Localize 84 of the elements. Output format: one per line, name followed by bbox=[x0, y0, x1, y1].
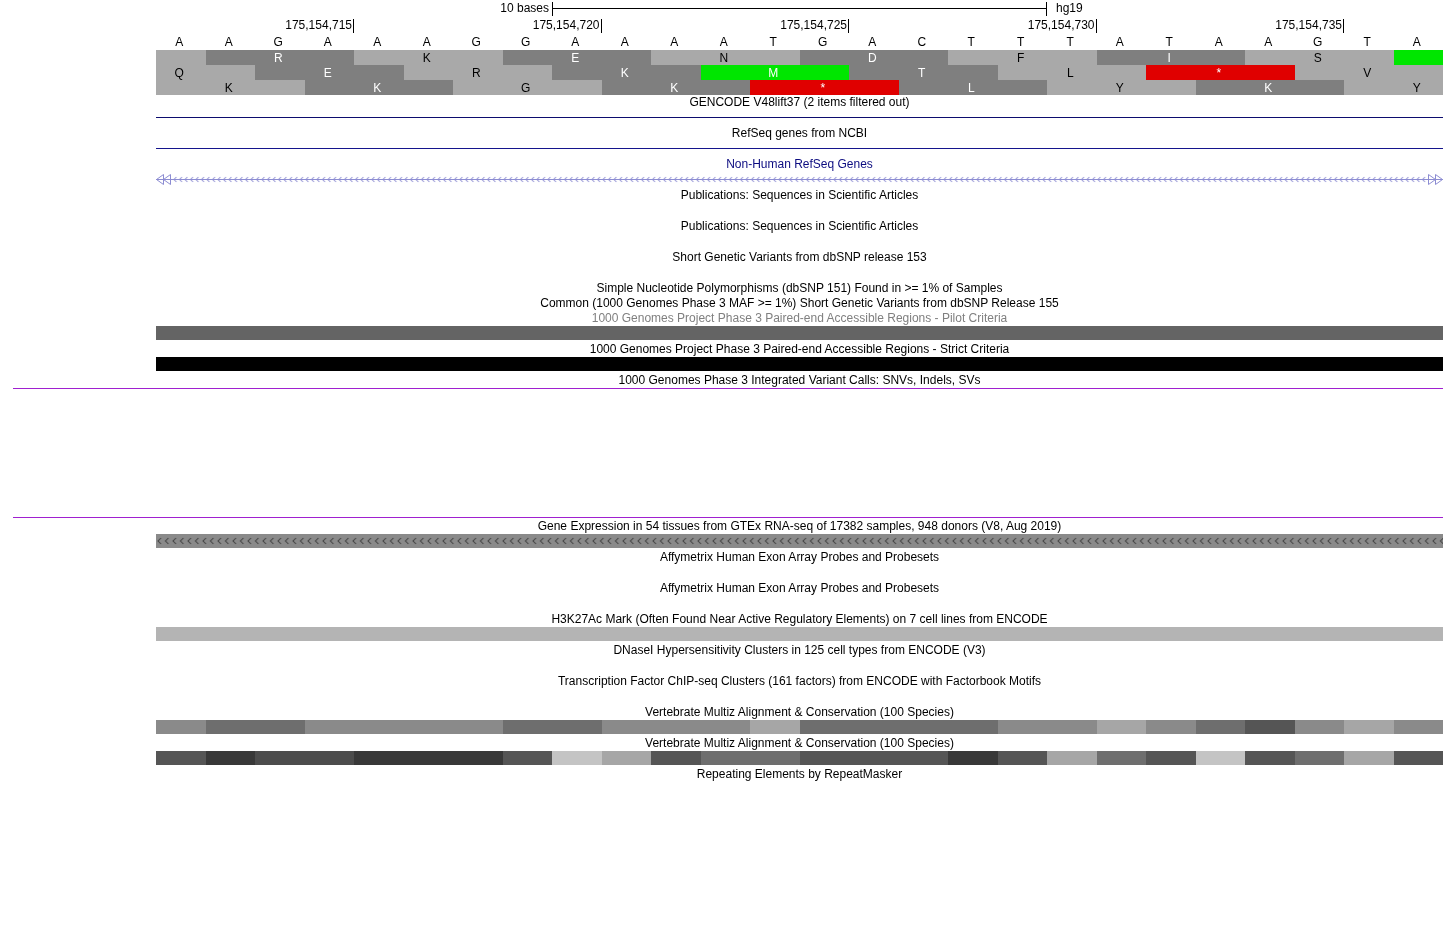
track-label: Publications: Sequences in Scientific Articles bbox=[680, 188, 919, 203]
base-letter: A bbox=[868, 34, 877, 50]
position-label: 175,154,715 bbox=[285, 18, 352, 33]
codon-block: D bbox=[799, 50, 948, 65]
base-letter: T bbox=[1066, 34, 1074, 50]
track-label: Common (1000 Genomes Phase 3 MAF >= 1%) Short Genetic Variants from dbSNP Release 155 bbox=[540, 296, 1059, 311]
base-letter: A bbox=[719, 34, 728, 50]
track-label: RefSeq genes from NCBI bbox=[731, 126, 868, 141]
codon-block: I bbox=[1096, 50, 1245, 65]
scale-label: 10 bases bbox=[500, 1, 549, 16]
track-label: 1000 Genomes Project Phase 3 Paired-end Accessible Regions - Pilot Criteria bbox=[591, 311, 1008, 326]
base-letter: A bbox=[1412, 34, 1421, 50]
base-letter: A bbox=[323, 34, 332, 50]
codon-block: R bbox=[403, 65, 552, 80]
codon-block: K bbox=[552, 65, 701, 80]
base-letter: T bbox=[769, 34, 777, 50]
ruler-tick bbox=[848, 19, 849, 33]
codon-block: S bbox=[1245, 50, 1394, 65]
codon-block: * bbox=[750, 80, 899, 95]
ruler-tick bbox=[353, 19, 354, 33]
codon-block: Y bbox=[1047, 80, 1196, 95]
track-label: 1000 Genomes Phase 3 Integrated Variant Calls: SNVs, Indels, SVs bbox=[618, 373, 981, 388]
base-letter: T bbox=[1017, 34, 1025, 50]
codon-block: L bbox=[898, 80, 1047, 95]
codon-block: K bbox=[354, 50, 503, 65]
track-label: DNaseI Hypersensitivity Clusters in 125 cell types from ENCODE (V3) bbox=[613, 643, 986, 658]
base-letter: A bbox=[422, 34, 431, 50]
position-label: 175,154,730 bbox=[1027, 18, 1095, 33]
base-letter: G bbox=[1313, 34, 1323, 50]
track-label: Short Genetic Variants from dbSNP release 153 bbox=[672, 250, 927, 265]
codon-block: K bbox=[304, 80, 453, 95]
base-letter: A bbox=[1214, 34, 1223, 50]
track-label: Repeating Elements by RepeatMasker bbox=[696, 767, 903, 782]
track-label: 1000 Genomes Project Phase 3 Paired-end Accessible Regions - Strict Criteria bbox=[589, 342, 1010, 357]
base-letter: A bbox=[224, 34, 233, 50]
codon-block: K bbox=[1195, 80, 1344, 95]
codon-block: K bbox=[601, 80, 750, 95]
codon-block: L bbox=[997, 65, 1146, 80]
codon-block: * bbox=[1146, 65, 1295, 80]
base-letter: T bbox=[1363, 34, 1371, 50]
track-label: Publications: Sequences in Scientific Articles bbox=[680, 219, 919, 234]
codon-block: G bbox=[453, 80, 602, 95]
codon-block: E bbox=[255, 65, 404, 80]
track-label: Affymetrix Human Exon Array Probes and Probesets bbox=[659, 550, 940, 565]
track-label: Simple Nucleotide Polymorphisms (dbSNP 151) Found in >= 1% of Samples bbox=[596, 281, 1003, 296]
codon-block: T bbox=[849, 65, 998, 80]
track-label: Vertebrate Multiz Alignment & Conservation (100 Species) bbox=[645, 705, 954, 720]
codon-block: F bbox=[948, 50, 1097, 65]
base-letter: A bbox=[571, 34, 580, 50]
base-letter: A bbox=[1264, 34, 1273, 50]
codon-block: M bbox=[700, 65, 849, 80]
base-letter: T bbox=[1165, 34, 1173, 50]
base-letter: A bbox=[1115, 34, 1124, 50]
base-letter: G bbox=[471, 34, 481, 50]
base-letter: G bbox=[818, 34, 828, 50]
track-label: H3K27Ac Mark (Often Found Near Active Regulatory Elements) on 7 cell lines from ENCODE bbox=[551, 612, 1048, 627]
base-letter: C bbox=[917, 34, 927, 50]
position-label: 175,154,720 bbox=[532, 18, 600, 33]
base-letter: G bbox=[273, 34, 283, 50]
ruler-tick bbox=[1095, 19, 1097, 33]
codon-block: R bbox=[205, 50, 354, 65]
base-letter: A bbox=[670, 34, 679, 50]
track-label: Affymetrix Human Exon Array Probes and Probesets bbox=[659, 581, 940, 596]
codon-block: E bbox=[502, 50, 651, 65]
base-letter: A bbox=[175, 34, 184, 50]
base-letter: T bbox=[967, 34, 975, 50]
ruler-tick bbox=[1343, 19, 1344, 33]
position-label: 175,154,735 bbox=[1275, 18, 1342, 33]
codon-block: Y bbox=[1344, 80, 1443, 95]
track-label: Transcription Factor ChIP-seq Clusters (161 factors) from ENCODE with Factorbook Motifs bbox=[558, 674, 1041, 689]
base-letter: A bbox=[373, 34, 382, 50]
position-label: 175,154,725 bbox=[780, 18, 847, 33]
codon-block: K bbox=[156, 80, 305, 95]
codon-block: V bbox=[1294, 65, 1443, 80]
codon-block: Q bbox=[156, 65, 255, 80]
track-label: Non-Human RefSeq Genes bbox=[726, 157, 873, 172]
track-label: GENCODE V48lift37 (2 items filtered out) bbox=[689, 95, 910, 110]
base-letter: G bbox=[521, 34, 531, 50]
ruler-tick bbox=[600, 19, 602, 33]
assembly-label: hg19 bbox=[1056, 1, 1083, 16]
track-label: Gene Expression in 54 tissues from GTEx RNA-seq of 17382 samples, 948 donors (V8, Aug 2019) bbox=[537, 519, 1062, 534]
codon-block: N bbox=[651, 50, 800, 65]
base-letter: A bbox=[620, 34, 629, 50]
track-label: Vertebrate Multiz Alignment & Conservation (100 Species) bbox=[645, 736, 954, 751]
